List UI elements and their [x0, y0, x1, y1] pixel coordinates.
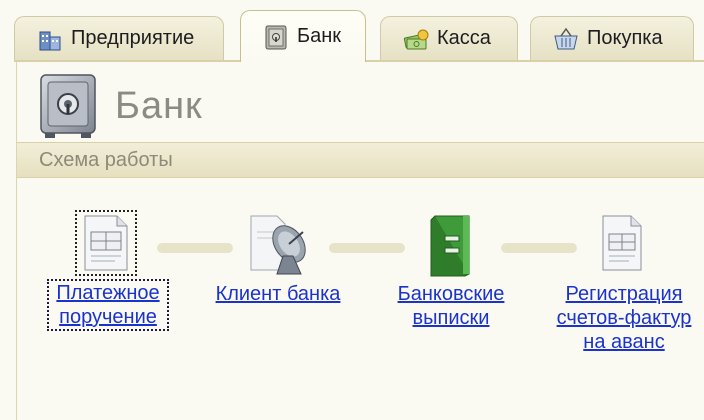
payment-order-link[interactable]: Платежное поручение	[47, 279, 169, 331]
bank-statements-link[interactable]: Банковские выписки	[385, 282, 517, 330]
bank-statements-label-line2: выписки	[412, 307, 490, 329]
satellite-dish-icon[interactable]	[247, 212, 315, 278]
tab-cash[interactable]: Касса	[380, 16, 518, 60]
bank-client-label: Клиент банка	[215, 283, 341, 305]
scheme-connector	[157, 243, 233, 253]
tab-purchase-label: Покупка	[587, 27, 663, 49]
tab-bank[interactable]: Банк	[240, 10, 366, 62]
safe-icon	[40, 74, 96, 138]
advance-invoice-label-line3: на аванс	[583, 331, 665, 353]
advance-invoice-label-line1: Регистрация	[565, 283, 683, 305]
payment-order-document-icon[interactable]	[75, 210, 137, 276]
bank-statements-label-line1: Банковские	[397, 283, 505, 305]
section-header: Схема работы	[17, 142, 704, 178]
payment-order-label-line2: поручение	[59, 306, 157, 328]
scheme-connector	[329, 243, 405, 253]
page-header: Банк	[35, 70, 203, 142]
tab-cash-label: Касса	[437, 27, 491, 49]
tab-strip: Предприятие Банк Касса Покупка	[0, 0, 704, 62]
page-title: Банк	[115, 84, 203, 127]
tab-enterprise-label: Предприятие	[71, 27, 195, 49]
cash-icon	[403, 29, 429, 49]
tab-purchase[interactable]: Покупка	[530, 16, 694, 60]
green-binder-icon[interactable]	[427, 212, 477, 278]
tab-enterprise[interactable]: Предприятие	[14, 16, 224, 60]
invoice-document-icon[interactable]	[595, 212, 649, 276]
section-title: Схема работы	[39, 148, 173, 171]
bank-page: Банк Схема работы Платежное поручение Кл…	[16, 62, 704, 420]
scheme-connector	[501, 243, 577, 253]
enterprise-icon	[39, 31, 61, 50]
payment-order-label-line1: Платежное	[56, 282, 160, 304]
advance-invoice-label-line2: счетов-фактур	[556, 307, 692, 329]
advance-invoice-registration-link[interactable]: Регистрация счетов-фактур на аванс	[549, 282, 699, 354]
bank-client-link[interactable]: Клиент банка	[207, 282, 349, 306]
basket-icon	[554, 27, 578, 49]
bank-icon	[265, 25, 287, 49]
tab-bank-label: Банк	[297, 25, 342, 47]
